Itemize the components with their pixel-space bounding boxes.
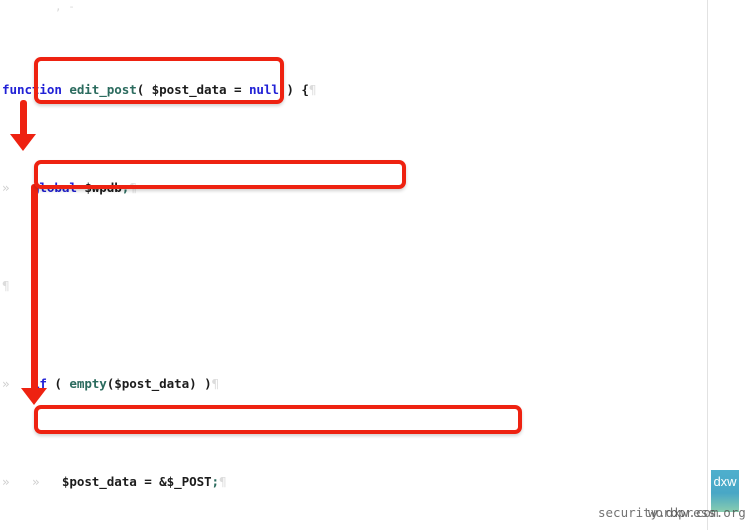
- code-line: function edit_post( $post_data = null ) …: [2, 81, 317, 97]
- code-editor-content[interactable]: function edit_post( $post_data = null ) …: [0, 4, 751, 530]
- code-line: » if ( empty($post_data) )¶: [2, 375, 220, 391]
- code-line: » global $wpdb;¶: [2, 179, 137, 195]
- watermark-overlap-b: wordpress.org: [648, 505, 746, 520]
- screenshot-canvas: , - function edit_post( $post_data = nul…: [0, 0, 751, 530]
- code-line: ¶: [2, 277, 10, 293]
- code-line: » » $post_data = &$_POST;¶: [2, 473, 227, 489]
